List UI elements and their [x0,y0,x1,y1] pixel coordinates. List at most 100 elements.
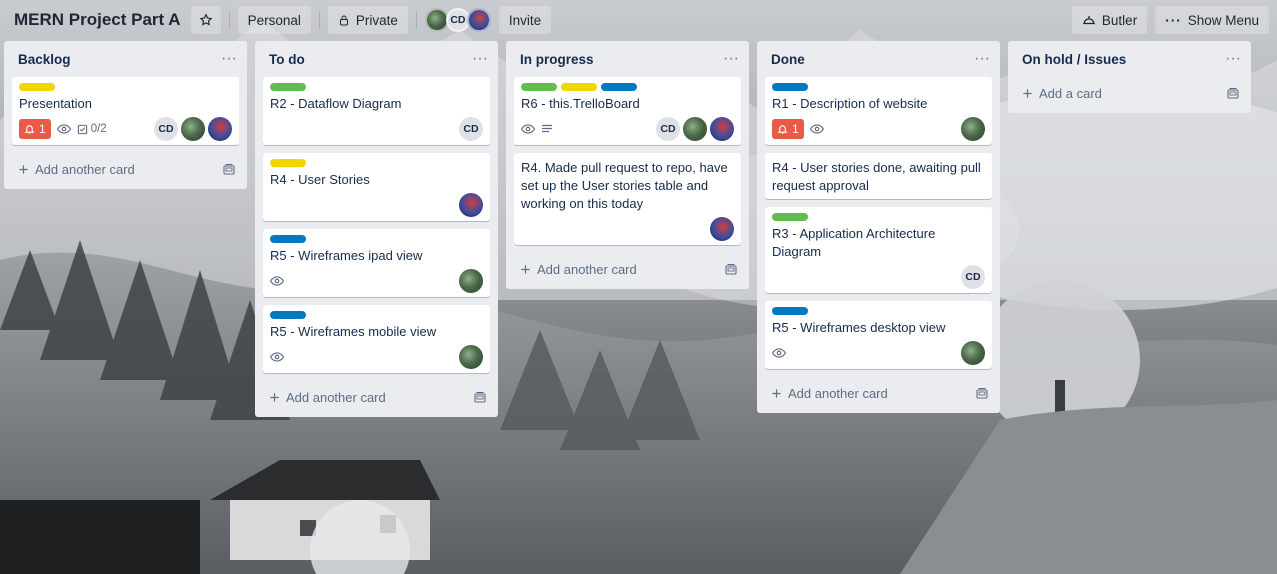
list-title[interactable]: Backlog [18,52,71,67]
card-badges [772,348,786,358]
avatar[interactable] [459,193,483,217]
card-label-blue[interactable] [772,307,808,315]
add-card-label: Add another card [788,385,888,401]
list-menu-icon[interactable]: ··· [472,51,488,67]
avatar[interactable] [710,117,734,141]
avatar[interactable]: CD [154,117,178,141]
show-menu-label: Show Menu [1187,12,1259,28]
description-badge [541,124,553,134]
card-members [710,217,734,241]
card-labels [772,307,985,315]
card[interactable]: R5 - Wireframes ipad view [263,229,490,297]
avatar[interactable] [710,217,734,241]
list-title[interactable]: Done [771,52,805,67]
list-menu-icon[interactable]: ··· [723,51,739,67]
avatar[interactable] [961,117,985,141]
card-title: R4. Made pull request to repo, have set … [521,160,728,211]
notification-count: 1 [39,122,46,136]
add-card-label: Add another card [35,161,135,177]
avatar[interactable]: CD [459,117,483,141]
add-card-label: Add another card [286,389,386,405]
create-from-template-button[interactable] [725,263,737,275]
card-badges [270,352,284,362]
invite-button[interactable]: Invite [498,6,552,34]
list-menu-icon[interactable]: ··· [1225,51,1241,67]
card-label-yellow[interactable] [561,83,597,91]
card-title: R6 - this.TrelloBoard [521,96,640,111]
list-header: Done ··· [765,41,992,77]
avatar[interactable] [181,117,205,141]
board-title[interactable]: MERN Project Part A [14,10,181,30]
card-footer: CD [521,117,734,141]
privacy-label: Private [355,12,398,28]
card-template-icon [474,391,486,403]
card[interactable]: R4. Made pull request to repo, have set … [514,153,741,245]
watch-icon [772,348,786,358]
card-footer [521,217,734,241]
card-label-blue[interactable] [270,311,306,319]
card[interactable]: Presentation 1 0/2 CD [12,77,239,145]
card[interactable]: R5 - Wireframes desktop view [765,301,992,369]
create-from-template-button[interactable] [223,163,235,175]
add-card-button[interactable]: Add a card [1016,75,1243,111]
card[interactable]: R3 - Application Architecture Diagram CD [765,207,992,293]
list-title[interactable]: To do [269,52,305,67]
avatar[interactable] [683,117,707,141]
card-template-icon [976,387,988,399]
card-labels [270,159,483,167]
card-label-blue[interactable] [270,235,306,243]
card-labels [521,83,734,91]
card-label-green[interactable] [270,83,306,91]
card[interactable]: R5 - Wireframes mobile view [263,305,490,373]
avatar[interactable] [961,341,985,365]
create-from-template-button[interactable] [474,391,486,403]
board-lists: Backlog ··· Presentation 1 0/2 CD Add another … [4,41,1251,417]
add-card-button[interactable]: Add another card [765,375,992,411]
card[interactable]: R2 - Dataflow Diagram CD [263,77,490,145]
card-label-green[interactable] [521,83,557,91]
card-label-green[interactable] [772,213,808,221]
create-from-template-button[interactable] [976,387,988,399]
avatar[interactable] [459,345,483,369]
card-footer: CD [772,265,985,289]
checklist-icon [77,124,87,134]
card[interactable]: R1 - Description of website 1 [765,77,992,145]
card-title: R4 - User stories done, awaiting pull re… [772,160,981,193]
card-label-blue[interactable] [601,83,637,91]
butler-button[interactable]: Butler [1071,6,1148,34]
list-title[interactable]: In progress [520,52,594,67]
list-title[interactable]: On hold / Issues [1022,52,1126,67]
avatar[interactable]: CD [961,265,985,289]
card[interactable]: R4 - User stories done, awaiting pull re… [765,153,992,199]
card-label-yellow[interactable] [270,159,306,167]
card-members [459,345,483,369]
plus-icon [270,392,279,402]
card-label-yellow[interactable] [19,83,55,91]
invite-label: Invite [508,12,542,28]
card-label-blue[interactable] [772,83,808,91]
star-button[interactable] [190,6,221,34]
card-template-icon [223,163,235,175]
add-card-button[interactable]: Add another card [514,251,741,287]
avatar[interactable] [208,117,232,141]
avatar[interactable]: CD [656,117,680,141]
card[interactable]: R6 - this.TrelloBoard CD [514,77,741,145]
add-card-button[interactable]: Add another card [12,151,239,187]
list-menu-icon[interactable]: ··· [974,51,990,67]
add-card-button[interactable]: Add another card [263,379,490,415]
privacy-button[interactable]: Private [327,6,408,34]
card-title: R5 - Wireframes ipad view [270,248,423,263]
card-members [961,117,985,141]
watch-icon [521,124,535,134]
team-visibility-button[interactable]: Personal [237,6,311,34]
list-menu-icon[interactable]: ··· [221,51,237,67]
show-menu-button[interactable]: ··· Show Menu [1155,6,1269,34]
avatar[interactable] [459,269,483,293]
list-to-do: To do ··· R2 - Dataflow Diagram CD R4 - User… [255,41,498,417]
card-title: Presentation [19,96,92,111]
notification-count: 1 [792,122,799,136]
card[interactable]: R4 - User Stories [263,153,490,221]
card-badges [521,124,553,134]
create-from-template-button[interactable] [1227,87,1239,99]
avatar[interactable] [466,8,491,32]
